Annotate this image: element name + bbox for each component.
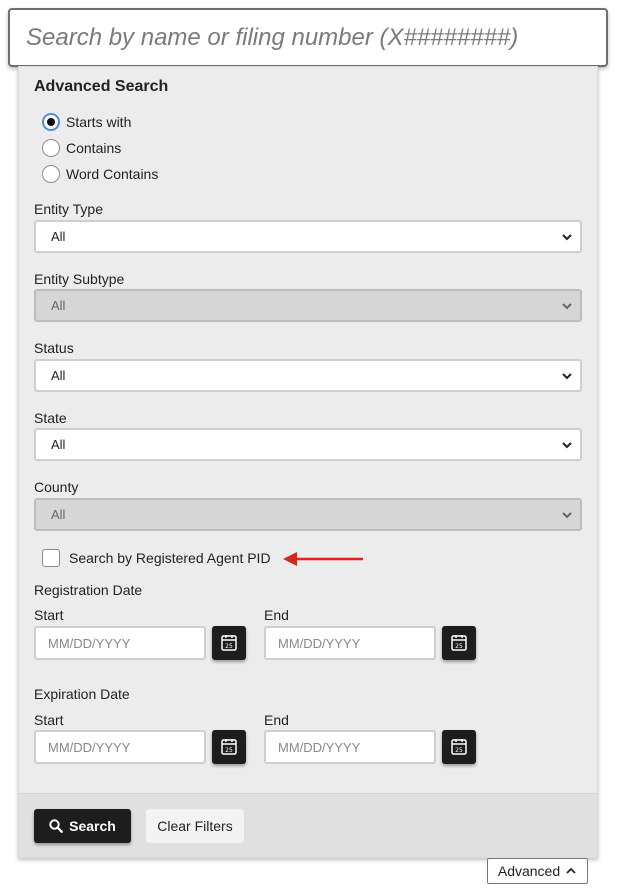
calendar-day-text: 25 <box>225 747 233 754</box>
county-label: County <box>34 479 79 495</box>
expiration-start-placeholder: MM/DD/YYYY <box>48 739 131 755</box>
entity-type-value: All <box>51 229 66 244</box>
calendar-day-text: 25 <box>455 643 463 650</box>
status-value: All <box>51 368 66 383</box>
chevron-up-icon <box>566 867 576 874</box>
radio-contains[interactable]: Contains <box>42 138 121 158</box>
main-search-bar <box>8 8 608 67</box>
registration-start-date-input[interactable]: MM/DD/YYYY <box>34 626 206 660</box>
search-input[interactable] <box>10 10 606 65</box>
radio-button[interactable] <box>42 165 60 183</box>
expiration-start-date-input[interactable]: MM/DD/YYYY <box>34 730 206 764</box>
registration-end-calendar-button[interactable]: 25 <box>442 626 476 660</box>
calendar-icon: 25 <box>451 635 467 651</box>
chevron-down-icon <box>562 512 572 519</box>
entity-subtype-select[interactable]: All <box>34 289 582 322</box>
status-label: Status <box>34 340 74 356</box>
search-icon <box>49 819 64 833</box>
calendar-day-text: 25 <box>455 747 463 754</box>
expiration-start-calendar-button[interactable]: 25 <box>212 730 246 764</box>
search-button[interactable]: Search <box>34 809 131 843</box>
registered-agent-label: Search by Registered Agent PID <box>69 550 271 566</box>
county-value: All <box>51 507 66 522</box>
state-value: All <box>51 437 66 452</box>
calendar-icon: 25 <box>221 739 237 755</box>
radio-label-contains: Contains <box>66 140 122 156</box>
status-select[interactable]: All <box>34 359 582 392</box>
radio-button-selected[interactable] <box>42 113 60 131</box>
expiration-date-title: Expiration Date <box>34 686 130 702</box>
registration-end-label: End <box>264 607 289 623</box>
red-arrow-annotation-icon <box>283 552 363 566</box>
calendar-icon: 25 <box>221 635 237 651</box>
entity-type-label: Entity Type <box>34 201 104 217</box>
county-select[interactable]: All <box>34 498 582 531</box>
panel-footer: Search Clear Filters <box>19 793 597 857</box>
calendar-icon: 25 <box>451 739 467 755</box>
entity-subtype-value: All <box>51 298 66 313</box>
expiration-start-label: Start <box>34 712 64 728</box>
radio-label-word-contains: Word Contains <box>66 166 159 182</box>
advanced-search-panel: Advanced Search Starts with Contains Wor… <box>18 66 598 858</box>
expiration-end-calendar-button[interactable]: 25 <box>442 730 476 764</box>
registered-agent-checkbox-row[interactable]: Search by Registered Agent PID <box>42 549 271 567</box>
chevron-down-icon <box>562 234 572 241</box>
registered-agent-checkbox[interactable] <box>42 549 60 567</box>
registration-date-title: Registration Date <box>34 582 143 598</box>
expiration-end-label: End <box>264 712 289 728</box>
radio-label-starts-with: Starts with <box>66 114 132 130</box>
registration-start-placeholder: MM/DD/YYYY <box>48 635 131 651</box>
advanced-toggle-button[interactable]: Advanced <box>487 858 588 884</box>
chevron-down-icon <box>562 303 572 310</box>
state-select[interactable]: All <box>34 428 582 461</box>
calendar-day-text: 25 <box>225 643 233 650</box>
registration-end-placeholder: MM/DD/YYYY <box>278 635 361 651</box>
radio-starts-with[interactable]: Starts with <box>42 112 131 132</box>
chevron-down-icon <box>562 373 572 380</box>
registration-end-date-input[interactable]: MM/DD/YYYY <box>264 626 436 660</box>
expiration-end-placeholder: MM/DD/YYYY <box>278 739 361 755</box>
search-button-label: Search <box>69 818 116 834</box>
state-label: State <box>34 410 67 426</box>
clear-filters-button[interactable]: Clear Filters <box>146 809 244 843</box>
advanced-toggle-label: Advanced <box>497 863 561 879</box>
advanced-search-title: Advanced Search <box>34 78 169 95</box>
entity-subtype-label: Entity Subtype <box>34 271 125 287</box>
expiration-end-date-input[interactable]: MM/DD/YYYY <box>264 730 436 764</box>
radio-button[interactable] <box>42 139 60 157</box>
clear-filters-label: Clear Filters <box>157 818 233 834</box>
registration-start-label: Start <box>34 607 64 623</box>
entity-type-select[interactable]: All <box>34 220 582 253</box>
registration-start-calendar-button[interactable]: 25 <box>212 626 246 660</box>
chevron-down-icon <box>562 442 572 449</box>
radio-word-contains[interactable]: Word Contains <box>42 164 158 184</box>
